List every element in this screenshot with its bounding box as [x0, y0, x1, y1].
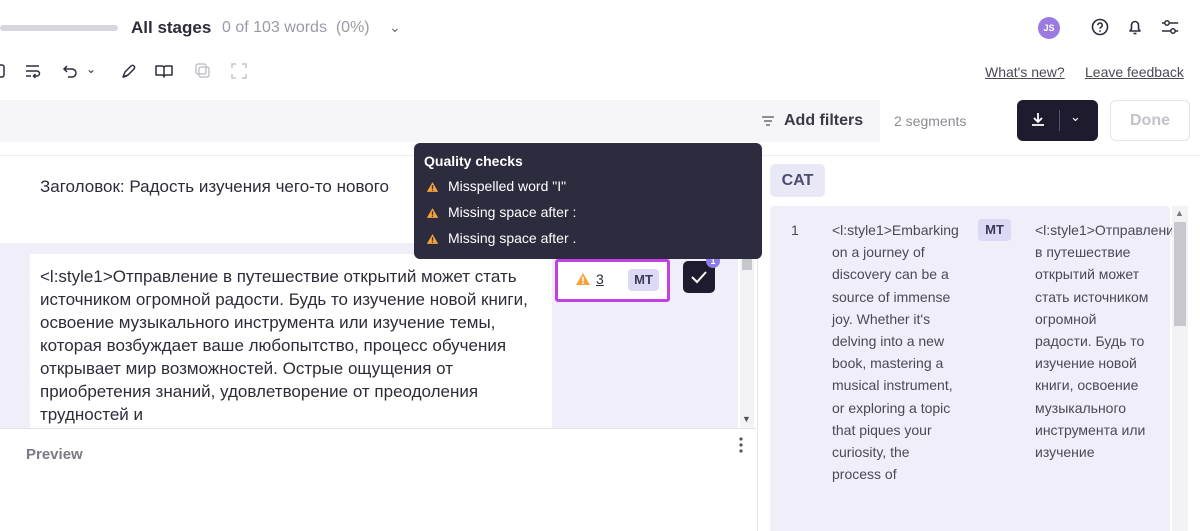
whats-new-link[interactable]: What's new?: [985, 64, 1065, 80]
button-divider: [1059, 110, 1060, 131]
scroll-down-arrow-icon[interactable]: ▼: [742, 414, 751, 424]
bell-icon[interactable]: [1124, 16, 1146, 38]
done-button[interactable]: Done: [1110, 100, 1190, 141]
avatar[interactable]: JS: [1038, 17, 1060, 39]
chevron-down-icon[interactable]: ⌄: [389, 19, 401, 36]
top-bar: All stages 0 of 103 words (0%) ⌄ JS: [0, 0, 1200, 56]
warning-icon[interactable]: [575, 272, 591, 286]
chevron-down-icon[interactable]: ⌄: [1070, 109, 1081, 125]
quality-check-item: Missing space after :: [426, 204, 576, 220]
warning-icon: [426, 208, 439, 218]
book-icon[interactable]: [153, 60, 175, 82]
cat-target-text[interactable]: <l:style1>Отправление в путешествие откр…: [1035, 219, 1182, 463]
preview-divider: [0, 428, 756, 429]
panel-icon[interactable]: [0, 60, 12, 82]
warning-icon: [426, 234, 439, 244]
filter-area: [0, 100, 880, 142]
cat-scrollbar-thumb[interactable]: [1174, 222, 1186, 326]
pen-icon[interactable]: [118, 60, 140, 82]
tab-cat[interactable]: CAT: [770, 164, 825, 197]
help-icon[interactable]: [1089, 16, 1111, 38]
filter-icon[interactable]: [760, 114, 776, 128]
add-filters-button[interactable]: Add filters: [784, 112, 863, 130]
scroll-up-arrow-icon[interactable]: ▲: [1175, 208, 1184, 218]
active-segment-text[interactable]: <l:style1>Отправление в путешествие откр…: [40, 265, 540, 426]
warning-icon: [426, 182, 439, 192]
settings-sliders-icon[interactable]: [1159, 16, 1181, 38]
quality-check-item: Missing space after .: [426, 230, 576, 246]
cat-mt-badge: MT: [978, 219, 1011, 241]
cat-source-text: <l:style1>Embarking on a journey of disc…: [832, 222, 959, 483]
leave-feedback-link[interactable]: Leave feedback: [1085, 64, 1184, 80]
segment-count: 2 segments: [894, 113, 967, 129]
undo-icon[interactable]: [60, 60, 82, 82]
undo-chevron-icon[interactable]: ⌄: [86, 62, 96, 76]
copy-icon[interactable]: [192, 60, 214, 82]
download-button[interactable]: ⌄: [1017, 100, 1098, 141]
wrap-text-icon[interactable]: [22, 60, 44, 82]
expand-icon[interactable]: [228, 60, 250, 82]
mt-badge: MT: [628, 269, 659, 291]
quality-checks-tooltip: Quality checks Misspelled word "I" Missi…: [414, 143, 762, 259]
preview-title: Preview: [26, 446, 83, 463]
quality-check-count[interactable]: 3: [596, 271, 604, 287]
check-icon: [691, 271, 707, 284]
word-count[interactable]: 0 of 103 words (0%): [222, 19, 370, 37]
cat-match-number: 1: [791, 222, 799, 238]
progress-bar: [0, 25, 118, 31]
editor-scrollbar[interactable]: [740, 250, 754, 428]
tooltip-title: Quality checks: [424, 153, 523, 169]
heading-segment[interactable]: Заголовок: Радость изучения чего-то ново…: [40, 177, 389, 197]
stage-selector-label[interactable]: All stages: [131, 18, 211, 38]
download-icon: [1032, 113, 1044, 126]
more-options-icon[interactable]: [737, 436, 745, 456]
quality-check-item: Misspelled word "I": [426, 178, 566, 194]
